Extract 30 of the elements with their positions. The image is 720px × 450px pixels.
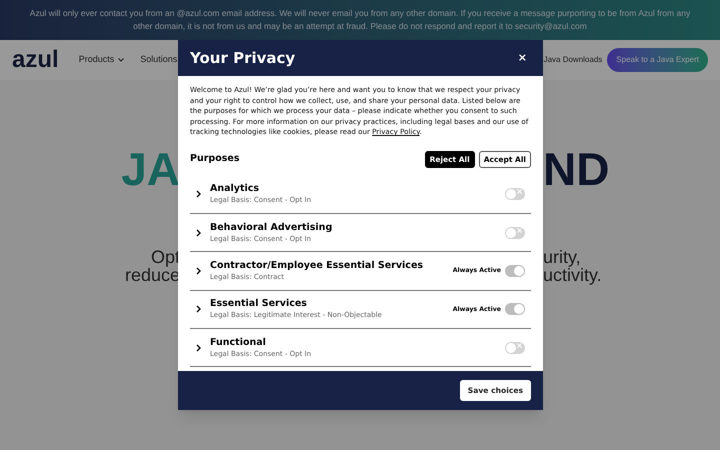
x-mark-icon [517, 228, 522, 233]
purpose-title: Functional [210, 336, 267, 349]
toggle-switch[interactable] [505, 188, 525, 200]
chevron-icon [196, 190, 202, 198]
purpose-title: Behavioral Advertising [210, 222, 334, 234]
purpose-title: Analytics [210, 183, 260, 196]
nav-item[interactable]: Products [78, 53, 124, 67]
x-mark-icon [517, 189, 522, 194]
dialog-title: Your Privacy [190, 48, 296, 69]
purpose-title: Contractor/Employee Essential Services [210, 260, 424, 272]
chevron-icon [196, 305, 202, 314]
chevron-icon [196, 344, 202, 352]
close-button[interactable]: × [514, 50, 531, 66]
nav-link[interactable]: Java Downloads [544, 54, 602, 66]
toggle-switch[interactable] [505, 226, 525, 239]
chevron-icon [196, 266, 202, 275]
toggle-switch[interactable] [505, 342, 525, 354]
hero-title: ND [543, 146, 610, 192]
caret-icon [118, 58, 124, 62]
chevron-icon [196, 228, 202, 237]
purposes-heading: Purposes [190, 152, 240, 166]
x-mark-icon [517, 342, 522, 348]
notice-text: Azul will only ever contact you from an @azul.com email address. We will never email you from any other domain. If you receive a message purporting to be from Azul from any other domain, it is not from us and may be an attempt at fraud. Please do not respond and report it to security@azul.com [28, 7, 692, 33]
purpose-title: Essential Services [210, 298, 308, 310]
hero-title: JA [121, 146, 180, 192]
hero-subtitle: Opt [150, 248, 180, 266]
hero-subtitle: uctivity. [543, 266, 602, 284]
hero-subtitle: urity, [543, 248, 581, 266]
hero-subtitle: reduce [124, 266, 180, 284]
logo[interactable]: azul [12, 48, 59, 72]
